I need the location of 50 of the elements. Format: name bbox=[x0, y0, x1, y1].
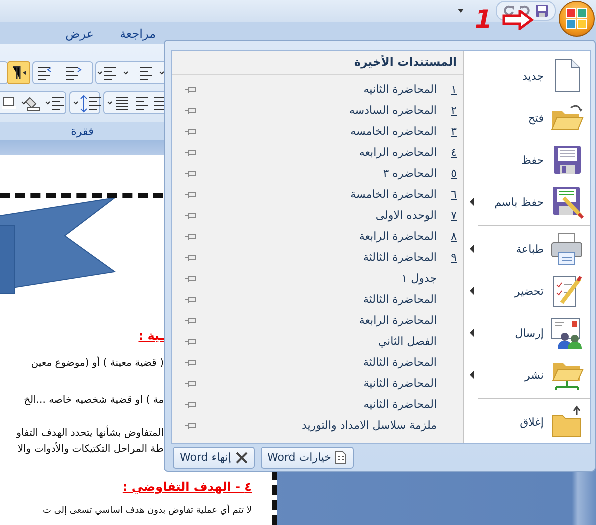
menu-command[interactable]: تحضير bbox=[464, 270, 590, 312]
ribbon-tab[interactable]: عرض bbox=[62, 27, 98, 44]
floppy-pencil-icon bbox=[550, 184, 584, 220]
group-label: فقرة bbox=[71, 124, 94, 138]
recent-document[interactable]: المحاضرة الثالثة bbox=[172, 352, 463, 373]
printer-icon bbox=[550, 231, 584, 267]
section-heading: ـية : bbox=[138, 328, 164, 344]
paragraph-text: المتفاوض بشأنها يتحدد الهدف التفاو bbox=[16, 427, 164, 441]
menu-command[interactable]: إغلاق bbox=[464, 401, 590, 443]
paragraph-text: مة ) او قضية شخصيه خاصه ...الخ bbox=[24, 394, 164, 408]
section-heading: ٤ - الهدف التفاوضي : bbox=[122, 479, 252, 495]
recent-document[interactable]: جدول ١ bbox=[172, 268, 463, 289]
annotation-arrow-icon bbox=[502, 10, 534, 30]
save-icon[interactable] bbox=[535, 4, 549, 18]
annotation-number: 1 bbox=[475, 6, 492, 34]
recent-document[interactable]: الفصل الثاني bbox=[172, 331, 463, 352]
menu-command[interactable]: حفظ bbox=[464, 139, 590, 181]
recent-document[interactable]: المحاضرة الثانيه bbox=[172, 394, 463, 415]
recent-document[interactable]: ملزمة سلاسل الامداد والتوريد bbox=[172, 415, 463, 436]
recent-document[interactable]: المحاضرة الثانية bbox=[172, 373, 463, 394]
recent-documents-heading: المستندات الأخيرة bbox=[172, 51, 463, 75]
menu-command[interactable]: حفظ باسم bbox=[464, 181, 590, 223]
paragraph-text: طة المراحل التكتيكات والأدوات والا bbox=[18, 443, 164, 457]
paragraph-text: لا تتم أي عملية تفاوض بدون هدف اساسي تسعى إلى ت bbox=[42, 504, 252, 518]
recent-document[interactable]: ١ المحاضرة الثانيه bbox=[172, 79, 463, 100]
paragraph-text: ( قضية معينة ) أو (موضوع معين bbox=[31, 357, 164, 371]
office-logo-icon bbox=[566, 8, 588, 30]
menu-command[interactable]: إرسال bbox=[464, 312, 590, 354]
recent-document[interactable]: ٦ المحاضرة الخامسة bbox=[172, 184, 463, 205]
options-button[interactable]: خيارات Word bbox=[260, 446, 354, 468]
folder-icon bbox=[550, 404, 584, 440]
recent-document[interactable]: ٧ الوحده الاولى bbox=[172, 205, 463, 226]
recent-document[interactable]: ٩ المحاضرة الثالثة bbox=[172, 247, 463, 268]
document-icon bbox=[335, 450, 348, 464]
redo-icon[interactable] bbox=[503, 5, 515, 17]
recent-document[interactable]: ٨ المحاضرة الرابعة bbox=[172, 226, 463, 247]
exit-button[interactable]: إنهاء Word bbox=[173, 446, 254, 468]
recent-document[interactable]: ٢ المحاضره السادسه bbox=[172, 100, 463, 121]
recent-document[interactable]: المحاضرة الرابعة bbox=[172, 310, 463, 331]
menu-command[interactable]: طباعة bbox=[464, 228, 590, 270]
close-icon bbox=[236, 452, 248, 464]
menu-command[interactable]: نشر bbox=[464, 354, 590, 396]
recent-document[interactable]: ٤ المحاضره الرابعه bbox=[172, 142, 463, 163]
menu-command[interactable]: جديد bbox=[464, 55, 590, 97]
customize-dropdown-icon[interactable] bbox=[458, 9, 464, 13]
recent-document[interactable]: ٥ المحاضره ٣ bbox=[172, 163, 463, 184]
ribbon-tab[interactable]: مراجعة bbox=[116, 27, 160, 44]
menu-command[interactable]: فتح bbox=[464, 97, 590, 139]
recent-document[interactable]: ٣ المحاضره الخامسه bbox=[172, 121, 463, 142]
recent-document[interactable]: المحاضرة الثالثة bbox=[172, 289, 463, 310]
